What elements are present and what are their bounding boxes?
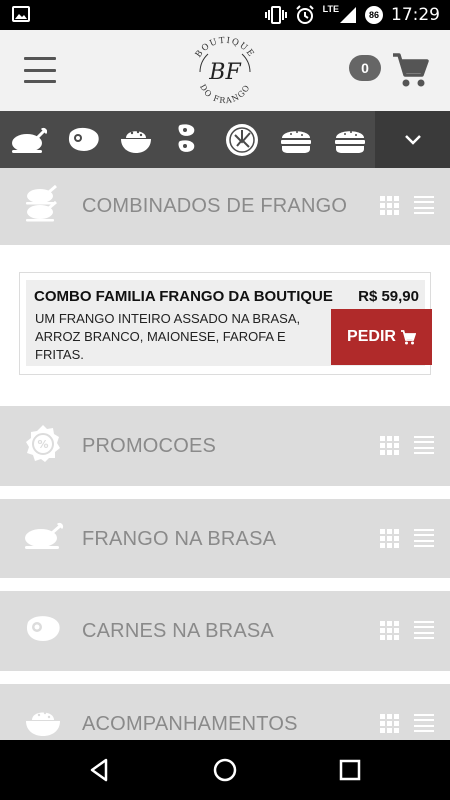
chevron-down-icon	[404, 134, 421, 145]
burger-icon[interactable]	[277, 121, 315, 159]
svg-text:BF: BF	[208, 60, 241, 85]
meat-skewer-icon[interactable]	[170, 121, 208, 159]
battery-icon: 86	[365, 6, 383, 24]
app-header: BOUTIQUE DO FRANGO BF 0	[0, 30, 450, 111]
system-navigation-bar	[0, 740, 450, 800]
image-notification-icon	[12, 6, 30, 22]
section-frango-na-brasa[interactable]: FRANGO NA BRASA	[0, 499, 450, 578]
alarm-icon	[295, 5, 314, 24]
product-name: COMBO FAMILIA FRANGO DA BOUTIQUE	[34, 288, 333, 305]
section-title: PROMOCOES	[82, 435, 217, 457]
list-view-icon[interactable]	[414, 714, 434, 732]
stacked-chicken-icon	[26, 184, 57, 222]
list-view-icon[interactable]	[414, 436, 434, 454]
chicken-icon	[25, 522, 64, 549]
section-title: CARNES NA BRASA	[82, 620, 274, 642]
menu-icon[interactable]	[24, 57, 56, 83]
section-title: ACOMPANHAMENTOS	[82, 713, 298, 735]
cart-count-badge[interactable]: 0	[349, 55, 381, 81]
grid-view-icon[interactable]	[380, 714, 399, 733]
rice-bowl-icon[interactable]	[117, 121, 155, 159]
grid-view-icon[interactable]	[380, 621, 399, 640]
list-view-icon[interactable]	[414, 529, 434, 547]
steak-icon	[26, 616, 60, 641]
network-type: LTE	[322, 4, 339, 14]
back-icon[interactable]	[86, 756, 114, 784]
section-title: COMBINADOS DE FRANGO	[82, 195, 348, 217]
grid-view-icon[interactable]	[380, 196, 399, 215]
section-title: FRANGO NA BRASA	[82, 528, 277, 550]
add-to-cart-icon	[400, 329, 416, 344]
svg-text:DO FRANGO: DO FRANGO	[198, 83, 252, 106]
status-bar: LTE 86 17:29	[0, 0, 450, 30]
rice-bowl-icon	[26, 711, 60, 736]
list-view-icon[interactable]	[414, 621, 434, 639]
vibrate-icon	[264, 6, 287, 24]
signal-icon	[340, 7, 356, 23]
burger-icon[interactable]	[331, 121, 369, 159]
grid-view-icon[interactable]	[380, 436, 399, 455]
section-promocoes[interactable]: % PROMOCOES	[0, 406, 450, 486]
clock: 17:29	[391, 5, 440, 25]
steak-icon[interactable]	[64, 121, 102, 159]
svg-text:%: %	[37, 438, 48, 451]
expand-categories-button[interactable]	[375, 111, 450, 168]
grid-view-icon[interactable]	[380, 529, 399, 548]
product-price: R$ 59,90	[358, 288, 419, 305]
order-button[interactable]: PEDIR	[331, 309, 432, 365]
svg-text:BOUTIQUE: BOUTIQUE	[194, 36, 257, 60]
section-combinados-de-frango[interactable]: COMBINADOS DE FRANGO	[0, 168, 450, 245]
salad-icon[interactable]	[223, 121, 261, 159]
home-icon[interactable]	[211, 756, 239, 784]
chicken-icon[interactable]	[9, 121, 47, 159]
order-button-label: PEDIR	[347, 328, 396, 345]
product-description: UM FRANGO INTEIRO ASSADO NA BRASA, ARROZ…	[35, 311, 301, 362]
category-icon-strip	[0, 111, 450, 168]
shopping-cart-icon[interactable]	[391, 52, 429, 88]
discount-badge-icon: %	[26, 425, 60, 462]
boutique-do-frango-logo: BOUTIQUE DO FRANGO BF	[194, 36, 257, 106]
section-acompanhamentos[interactable]: ACOMPANHAMENTOS	[0, 684, 450, 740]
recent-apps-icon[interactable]	[336, 756, 364, 784]
product-card: COMBO FAMILIA FRANGO DA BOUTIQUE R$ 59,9…	[19, 272, 432, 375]
section-carnes-na-brasa[interactable]: CARNES NA BRASA	[0, 591, 450, 671]
menu-content: COMBINADOS DE FRANGO COMBO FAMILIA FRANG…	[0, 168, 450, 740]
list-view-icon[interactable]	[414, 196, 434, 214]
product-item[interactable]: COMBO FAMILIA FRANGO DA BOUTIQUE R$ 59,9…	[26, 280, 432, 366]
